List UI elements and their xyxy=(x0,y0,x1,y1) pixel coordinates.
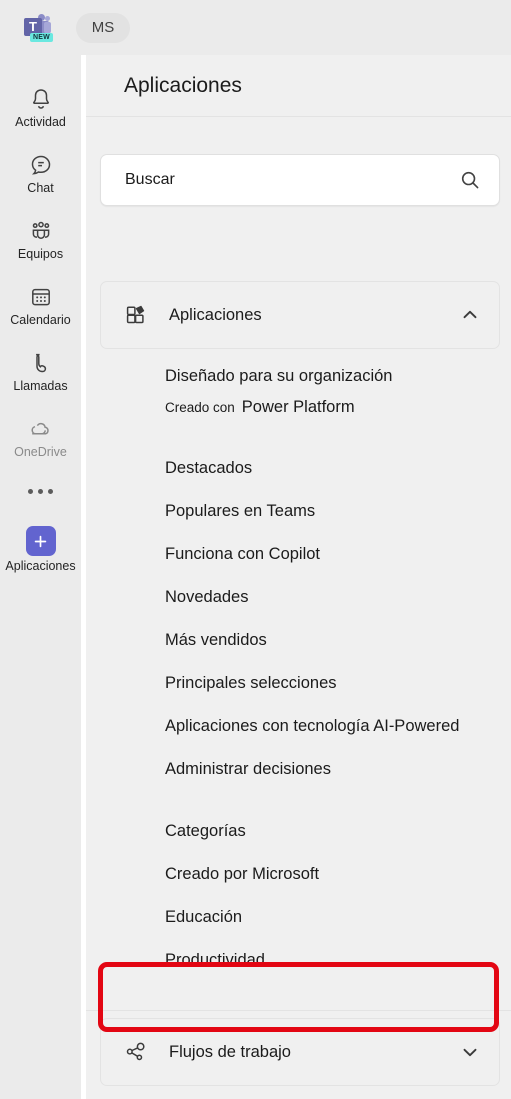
section-header-aplicaciones[interactable]: Aplicaciones xyxy=(100,281,500,349)
calendar-icon xyxy=(28,284,54,310)
section-header-label: Aplicaciones xyxy=(169,305,262,324)
apps-grid-icon xyxy=(123,302,149,328)
rail-item-label: Aplicaciones xyxy=(5,559,76,574)
page-title: Aplicaciones xyxy=(86,55,511,117)
chevron-down-icon[interactable] xyxy=(459,1041,481,1063)
teams-people-icon xyxy=(28,218,54,244)
teams-logo-icon: T NEW xyxy=(24,13,54,43)
phone-icon xyxy=(28,350,54,376)
title-bar: T NEW MS xyxy=(0,0,511,55)
apps-tile xyxy=(25,526,56,557)
chat-icon xyxy=(28,152,54,178)
nav-item-funciona-con-copilot[interactable]: Funciona con Copilot xyxy=(86,533,511,576)
rail-item-label: Llamadas xyxy=(13,379,68,394)
nav-item-prefix-label: Creado con xyxy=(165,400,235,415)
rail-item-chat[interactable]: Chat xyxy=(0,141,81,207)
nav-item-disenado-para-su-organizacion[interactable]: Diseñado para su organización xyxy=(86,355,511,398)
nav-item-administrar-decisiones[interactable]: Administrar decisiones xyxy=(86,748,511,791)
rail-item-aplicaciones[interactable]: Aplicaciones xyxy=(0,517,81,583)
nav-item-label: Power Platform xyxy=(241,398,355,416)
apps-panel: Aplicaciones Buscar Aplicaciones Diseñad… xyxy=(86,55,511,1099)
rail-item-equipos[interactable]: Equipos xyxy=(0,207,81,273)
nav-item-destacados[interactable]: Destacados xyxy=(86,447,511,490)
more-options-button[interactable] xyxy=(0,471,81,511)
dot xyxy=(28,488,33,494)
nav-item-aplicaciones-ai-powered[interactable]: Aplicaciones con tecnología AI-Powered xyxy=(86,705,511,748)
nav-item-creado-por-microsoft[interactable]: Creado por Microsoft xyxy=(86,853,511,896)
workflow-share-icon xyxy=(123,1039,149,1065)
nav-item-productividad[interactable]: Productividad xyxy=(86,939,511,982)
rail-item-label: Actividad xyxy=(15,115,66,130)
left-rail: Actividad Chat Equipos Calendario Llamad… xyxy=(0,55,81,1099)
rail-item-calendario[interactable]: Calendario xyxy=(0,273,81,339)
cloud-icon xyxy=(28,416,54,442)
rail-item-onedrive[interactable]: OneDrive xyxy=(0,405,81,471)
nav-item-principales-selecciones[interactable]: Principales selecciones xyxy=(86,662,511,705)
nav-item-mas-vendidos[interactable]: Más vendidos xyxy=(86,619,511,662)
rail-item-label: Equipos xyxy=(17,247,64,262)
teams-logo-head-2 xyxy=(45,15,50,21)
dot xyxy=(48,488,53,494)
rail-item-label: OneDrive xyxy=(14,445,67,460)
nav-item-creado-con-power-platform[interactable]: Creado con Power Platform xyxy=(86,398,511,428)
nav-item-categorias[interactable]: Categorías xyxy=(86,810,511,853)
section-header-flujos-de-trabajo[interactable]: Flujos de trabajo xyxy=(100,1018,500,1086)
rail-item-actividad[interactable]: Actividad xyxy=(0,75,81,141)
new-badge: NEW xyxy=(30,32,53,43)
section-header-label: Flujos de trabajo xyxy=(169,1042,291,1061)
rail-item-label: Calendario xyxy=(10,313,71,328)
search-icon[interactable] xyxy=(459,169,481,191)
nav-item-educacion[interactable]: Educación xyxy=(86,896,511,939)
teams-apps-window: T NEW MS Actividad Chat Equipos Calendar… xyxy=(0,0,511,1099)
nav-item-novedades[interactable]: Novedades xyxy=(86,576,511,619)
section-divider xyxy=(86,1010,511,1011)
rail-item-label: Chat xyxy=(27,181,54,196)
search-input[interactable] xyxy=(125,171,459,189)
search-container xyxy=(100,154,500,206)
dot xyxy=(38,488,43,494)
chevron-up-icon[interactable] xyxy=(459,304,481,326)
account-pill[interactable]: MS xyxy=(76,12,130,43)
teams-logo-body-2 xyxy=(44,21,51,34)
apps-nav-list: Diseñado para su organización Creado con… xyxy=(86,355,511,982)
nav-item-populares-en-teams[interactable]: Populares en Teams xyxy=(86,490,511,533)
rail-item-llamadas[interactable]: Llamadas xyxy=(0,339,81,405)
search-box[interactable] xyxy=(100,154,500,206)
bell-icon xyxy=(28,86,54,112)
